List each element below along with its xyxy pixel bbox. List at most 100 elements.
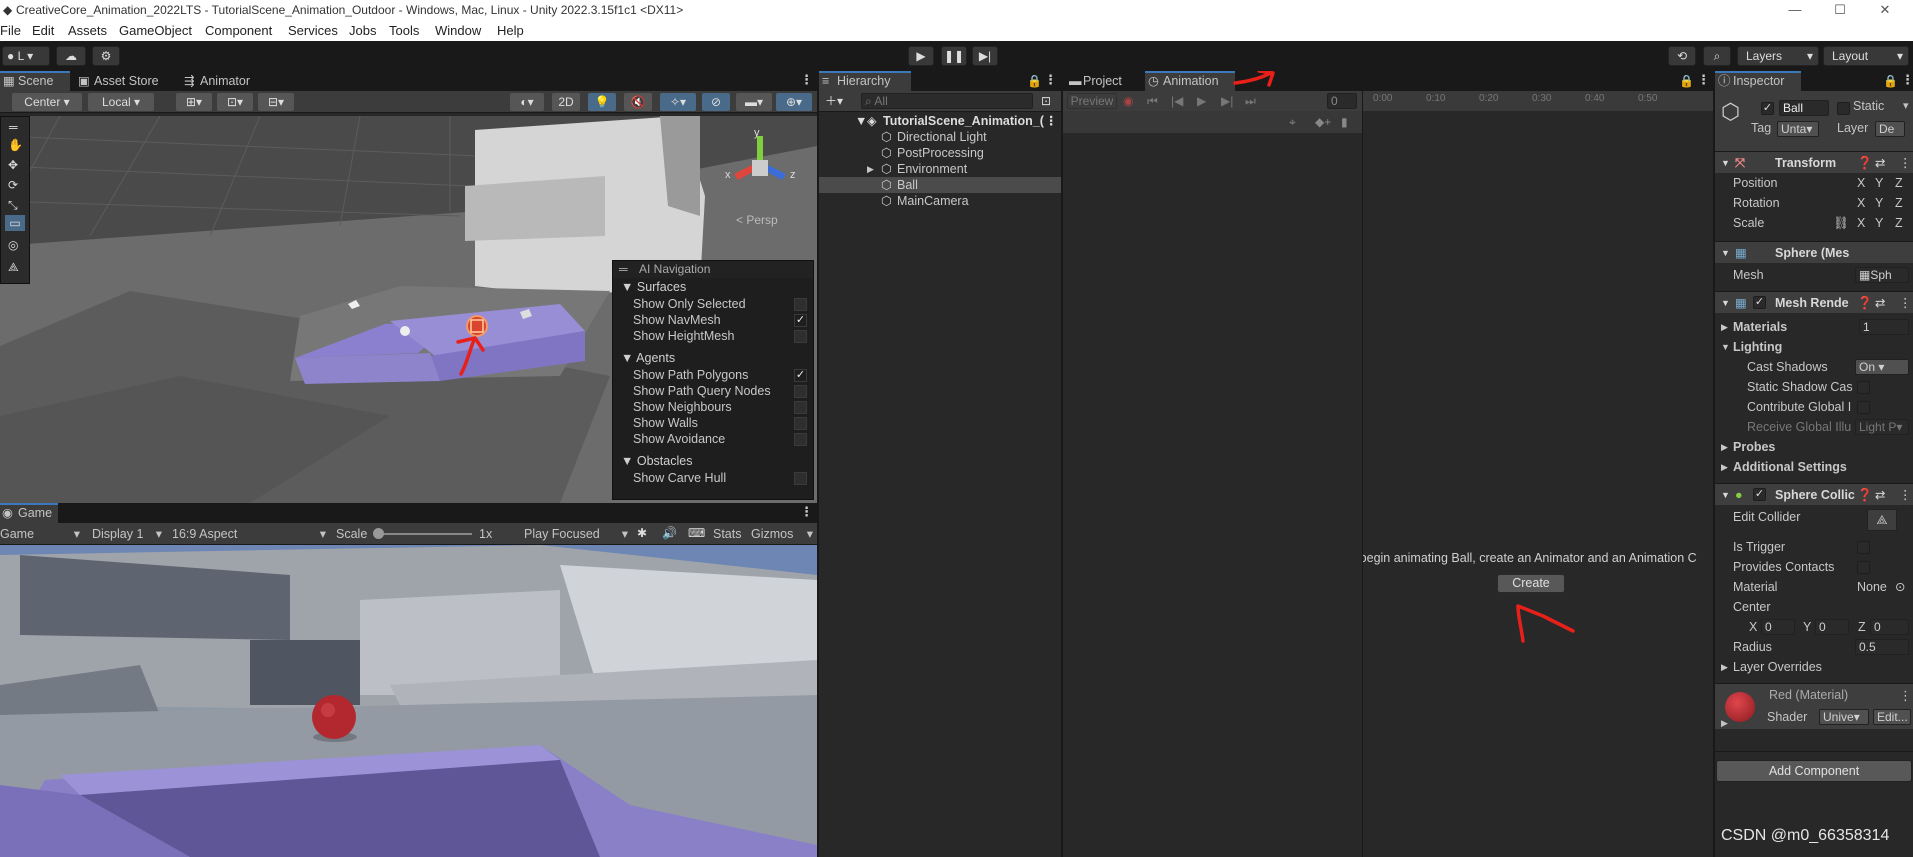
receive-gi-dropdown[interactable]: Light P▾ <box>1855 419 1909 435</box>
show-navmesh-row[interactable]: Show NavMesh <box>633 312 721 328</box>
menu-file[interactable]: File <box>0 20 21 41</box>
cloud-button[interactable]: ☁ <box>56 46 86 66</box>
menu-jobs[interactable]: Jobs <box>349 20 376 41</box>
menu-assets[interactable]: Assets <box>68 20 107 41</box>
close-button[interactable]: ✕ <box>1866 0 1904 20</box>
lock-icon[interactable]: 🔒 <box>1883 73 1898 89</box>
search-button[interactable]: ⌕ <box>1703 46 1731 66</box>
material-section[interactable]: Red (Material) ⋮ Shader Unive▾ Edit... ▶ <box>1715 683 1913 729</box>
menu-window[interactable]: Window <box>435 20 481 41</box>
custom-tool-button[interactable]: ⟁ <box>8 259 19 275</box>
hierarchy-item-ball[interactable]: ⬡ Ball <box>819 177 1061 193</box>
shader-edit-button[interactable]: Edit... <box>1873 709 1911 725</box>
tab-scene[interactable]: ▦ Scene <box>0 71 70 91</box>
scale-tool-button[interactable]: ⤡ <box>8 197 18 213</box>
tab-hierarchy[interactable]: ≡ Hierarchy <box>819 71 911 91</box>
hierarchy-item-postprocessing[interactable]: ⬡ PostProcessing <box>819 145 1061 161</box>
hierarchy-item-environment[interactable]: ▶ ⬡ Environment <box>819 161 1061 177</box>
tab-asset-store[interactable]: ▣ Asset Store <box>76 71 170 91</box>
radius-field[interactable]: 0.5 <box>1855 639 1909 655</box>
name-field[interactable]: Ball <box>1779 100 1829 116</box>
step-button[interactable]: ▶| <box>972 46 998 66</box>
center-y-field[interactable]: 0 <box>1815 619 1849 635</box>
rotate-tool-button[interactable]: ⟳ <box>8 177 18 193</box>
sphere-collider-header[interactable]: ▼ ● ✓ Sphere Collic ❓ ⇄ ⋮ <box>1715 483 1913 505</box>
tab-inspector[interactable]: ⓘ Inspector <box>1715 71 1801 91</box>
show-carve-hull-checkbox[interactable] <box>794 472 807 485</box>
scale-slider-thumb[interactable] <box>373 528 384 539</box>
tab-animator[interactable]: ⇶ Animator <box>182 71 262 91</box>
show-path-query-nodes-checkbox[interactable] <box>794 385 807 398</box>
draw-mode-button[interactable]: ◐▾ <box>510 93 544 111</box>
collider-material-field[interactable]: None <box>1857 577 1887 597</box>
provides-contacts-checkbox[interactable] <box>1857 561 1870 574</box>
menu-gameobject[interactable]: GameObject <box>119 20 192 41</box>
active-checkbox[interactable]: ✓ <box>1761 102 1774 115</box>
hierarchy-item-maincamera[interactable]: ⬡ MainCamera <box>819 193 1061 209</box>
cast-shadows-dropdown[interactable]: On ▾ <box>1855 359 1909 375</box>
help-icon[interactable]: ❓ <box>1857 292 1873 314</box>
maximize-button[interactable]: ☐ <box>1821 0 1859 20</box>
history-button[interactable]: ⟲ <box>1668 46 1696 66</box>
show-navmesh-checkbox[interactable]: ✓ <box>794 314 807 327</box>
link-icon[interactable]: ⛓ <box>1833 213 1849 233</box>
show-avoidance-checkbox[interactable] <box>794 433 807 446</box>
transform-header[interactable]: ▼ ⤧ Transform ❓ ⇄ ⋮ <box>1715 151 1913 173</box>
transform-tool-button[interactable]: ◎ <box>8 237 18 253</box>
probes-row[interactable]: ▶ Probes <box>1715 437 1913 457</box>
pause-button[interactable]: ❚❚ <box>941 46 967 66</box>
game-mode-dropdown[interactable]: Game ▾ <box>0 525 80 543</box>
mesh-field[interactable]: ▦Sph <box>1855 267 1909 283</box>
mesh-renderer-header[interactable]: ▼ ▦ ✓ Mesh Rende ❓ ⇄ ⋮ <box>1715 291 1913 313</box>
display-dropdown[interactable]: Display 1 ▾ <box>92 525 162 543</box>
minimize-button[interactable]: — <box>1776 0 1814 20</box>
gizmos-dropdown[interactable]: Gizmos ▾ <box>751 525 813 543</box>
show-walls-row[interactable]: Show Walls <box>633 415 698 431</box>
move-tool-button[interactable]: ✥ <box>8 157 18 173</box>
layers-dropdown[interactable]: Layers ▾ <box>1737 46 1819 66</box>
tab-game[interactable]: ◉ Game <box>0 503 58 523</box>
layer-dropdown[interactable]: De <box>1875 121 1905 137</box>
add-component-button[interactable]: Add Component <box>1716 760 1912 782</box>
show-neighbours-row[interactable]: Show Neighbours <box>633 399 732 415</box>
hierarchy-item-directional-light[interactable]: ⬡ Directional Light <box>819 129 1061 145</box>
camera-button[interactable]: ▬▾ <box>736 93 772 111</box>
mesh-filter-header[interactable]: ▼ ▦ Sphere (Mes <box>1715 241 1913 263</box>
show-walls-checkbox[interactable] <box>794 417 807 430</box>
preset-icon[interactable]: ⇄ <box>1875 484 1885 506</box>
grid-snap-button[interactable]: ⊞▾ <box>176 93 212 111</box>
add-button[interactable]: ＋▾ <box>825 93 843 109</box>
lighting-row[interactable]: ▼ Lighting <box>1715 337 1913 357</box>
menu-tools[interactable]: Tools <box>389 20 419 41</box>
show-heightmesh-row[interactable]: Show HeightMesh <box>633 328 734 344</box>
aspect-dropdown[interactable]: 16:9 Aspect ▾ <box>172 525 326 543</box>
show-avoidance-row[interactable]: Show Avoidance <box>633 431 725 447</box>
show-path-polygons-checkbox[interactable]: ✓ <box>794 369 807 382</box>
more-icon[interactable]: ⋮ <box>1901 71 1913 89</box>
more-icon[interactable]: ⋮ <box>800 503 813 521</box>
more-icon[interactable]: ⋮ <box>1899 688 1912 704</box>
play-focused-dropdown[interactable]: Play Focused ▾ <box>524 525 628 543</box>
collab-button[interactable]: ⚙ <box>92 46 120 66</box>
gizmos-button[interactable]: ⊕▾ <box>776 93 812 111</box>
lock-icon[interactable]: 🔒 <box>1027 73 1042 89</box>
more-icon[interactable]: ⋮ <box>1899 484 1912 506</box>
is-trigger-checkbox[interactable] <box>1857 541 1870 554</box>
scene-root-row[interactable]: ▼ ◈ TutorialScene_Animation_( ⋮ <box>819 113 1061 129</box>
center-x-field[interactable]: 0 <box>1761 619 1795 635</box>
materials-count[interactable]: 1 <box>1859 319 1909 335</box>
static-shadow-checkbox[interactable] <box>1857 381 1870 394</box>
visibility-toggle[interactable]: ⊘ <box>702 93 730 111</box>
expand-icon[interactable]: ▶ <box>1721 718 1728 729</box>
show-neighbours-checkbox[interactable] <box>794 401 807 414</box>
audio-icon[interactable]: 🔊 <box>662 525 677 541</box>
overlay-header[interactable]: ═ AI Navigation <box>613 261 813 278</box>
pivot-dropdown[interactable]: Center ▾ <box>12 93 82 111</box>
edit-collider-button[interactable]: ⟁ <box>1867 509 1897 531</box>
show-path-polygons-row[interactable]: Show Path Polygons <box>633 367 748 383</box>
show-only-selected-checkbox[interactable] <box>794 298 807 311</box>
show-path-query-nodes-row[interactable]: Show Path Query Nodes <box>633 383 771 399</box>
contribute-gi-checkbox[interactable] <box>1857 401 1870 414</box>
game-viewport[interactable] <box>0 545 817 857</box>
preset-icon[interactable]: ⇄ <box>1875 152 1885 174</box>
